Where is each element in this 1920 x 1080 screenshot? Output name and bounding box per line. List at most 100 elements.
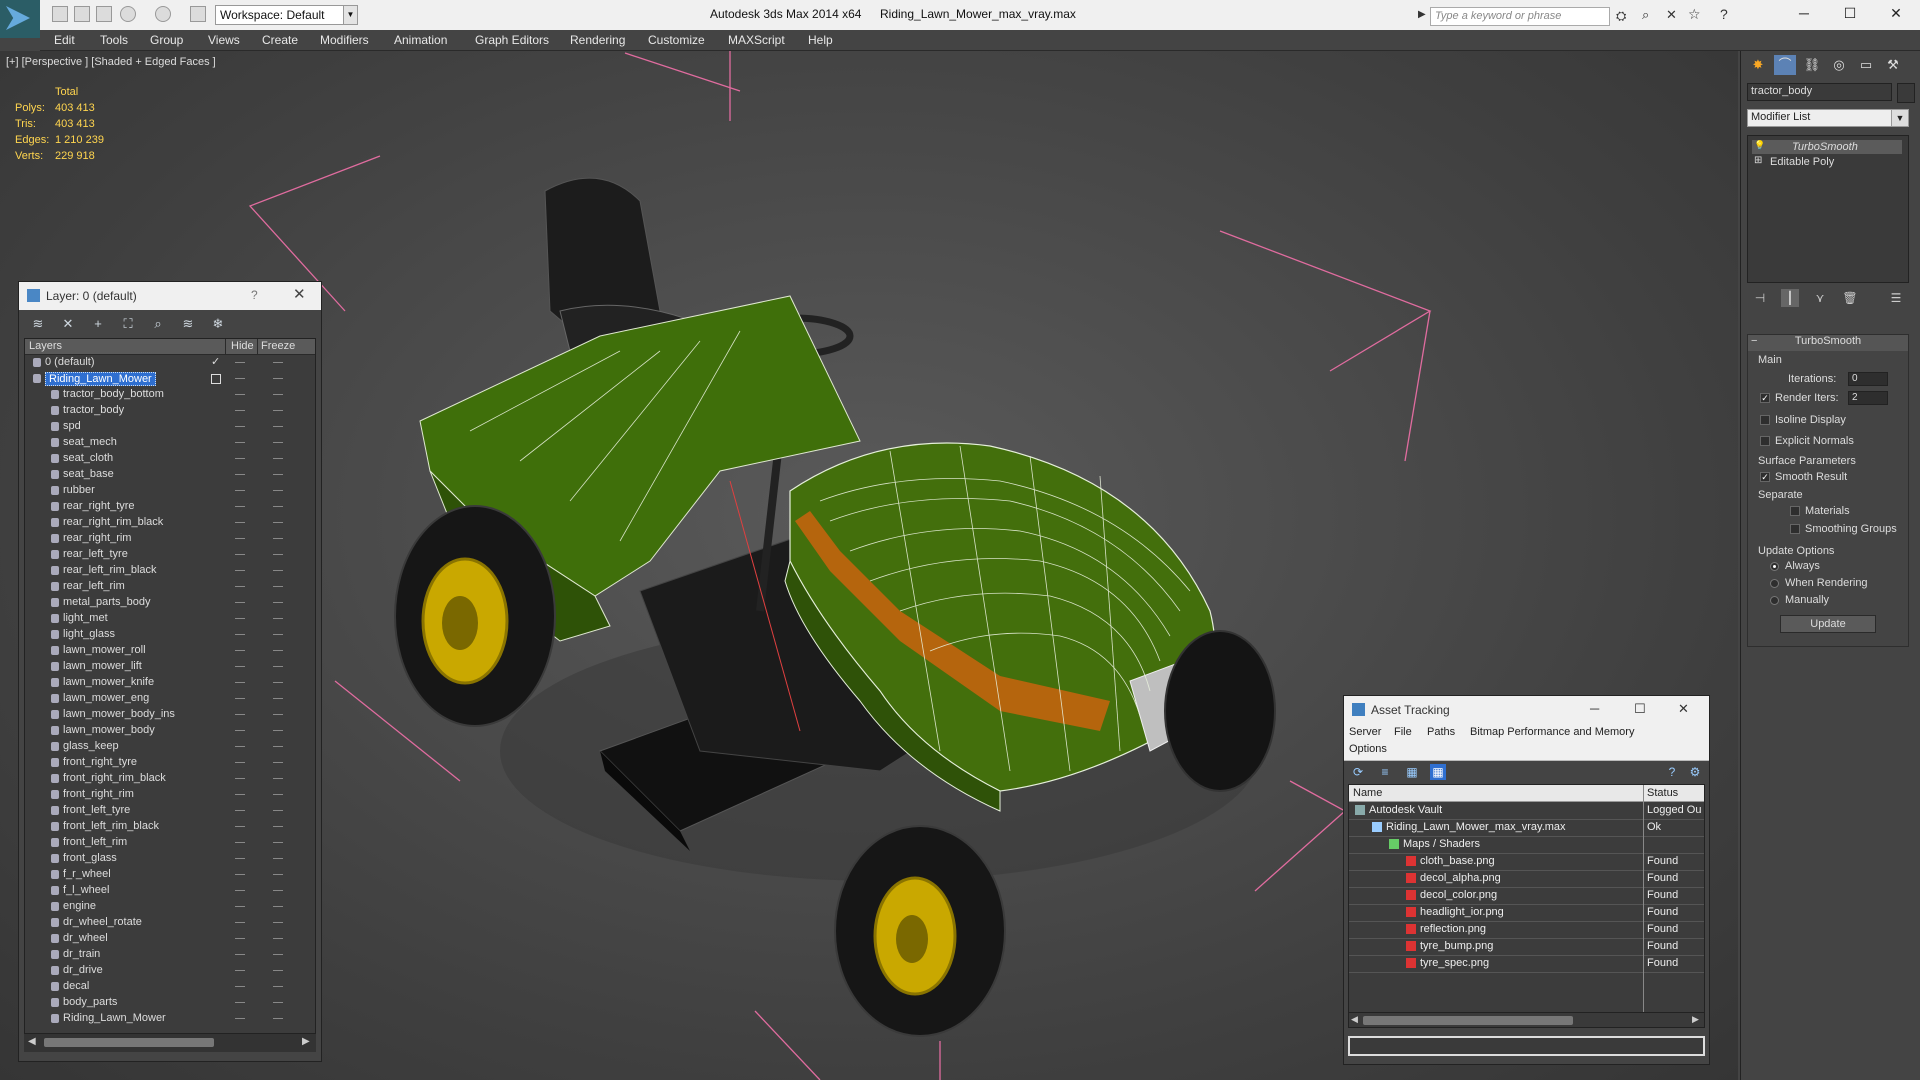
current-layer-check-icon[interactable]: ✓ bbox=[211, 355, 220, 368]
asset-row[interactable]: reflection.png Found bbox=[1349, 921, 1704, 939]
hide-toggle[interactable] bbox=[235, 874, 245, 875]
hide-toggle[interactable] bbox=[235, 538, 245, 539]
menu-tools[interactable]: Tools bbox=[100, 33, 128, 47]
freeze-toggle[interactable] bbox=[273, 426, 283, 427]
show-end-result-icon[interactable]: ┃ bbox=[1781, 289, 1799, 307]
freeze-toggle[interactable] bbox=[273, 442, 283, 443]
freeze-toggle[interactable] bbox=[273, 842, 283, 843]
chevron-down-icon[interactable]: ▼ bbox=[343, 5, 358, 25]
layer-row[interactable]: rear_right_rim bbox=[25, 531, 315, 547]
hide-toggle[interactable] bbox=[235, 378, 245, 379]
scroll-right-icon[interactable]: ▶ bbox=[302, 1036, 310, 1047]
search-input[interactable]: Type a keyword or phrase bbox=[1430, 7, 1610, 26]
menu-graph-editors[interactable]: Graph Editors bbox=[475, 33, 549, 47]
explicit-normals-checkbox[interactable] bbox=[1760, 436, 1770, 446]
freeze-toggle[interactable] bbox=[273, 730, 283, 731]
highlight-layer-icon[interactable]: ⌕ bbox=[149, 315, 167, 333]
layer-row[interactable]: rear_right_rim_black bbox=[25, 515, 315, 531]
hide-toggle[interactable] bbox=[235, 426, 245, 427]
freeze-toggle[interactable] bbox=[273, 682, 283, 683]
layer-row[interactable]: seat_mech bbox=[25, 435, 315, 451]
light-bulb-icon[interactable]: 💡 bbox=[1754, 140, 1765, 151]
freeze-toggle[interactable] bbox=[273, 762, 283, 763]
freeze-toggle[interactable] bbox=[273, 698, 283, 699]
smoothing-groups-checkbox[interactable] bbox=[1790, 524, 1800, 534]
binoculars-icon[interactable]: ⛭ bbox=[1616, 8, 1626, 24]
layer-row[interactable]: seat_cloth bbox=[25, 451, 315, 467]
hide-toggle[interactable] bbox=[235, 410, 245, 411]
iterations-spinner[interactable]: 0 bbox=[1848, 372, 1888, 386]
asset-list[interactable]: Name Status Autodesk Vault Logged Ou Ridin… bbox=[1348, 784, 1705, 1016]
asset-row[interactable]: decol_color.png Found bbox=[1349, 887, 1704, 905]
create-layer-icon[interactable]: ≋ bbox=[29, 315, 47, 333]
layer-row[interactable]: rear_left_rim_black bbox=[25, 563, 315, 579]
freeze-toggle[interactable] bbox=[273, 586, 283, 587]
freeze-toggle[interactable] bbox=[273, 602, 283, 603]
layer-row[interactable]: tractor_body bbox=[25, 403, 315, 419]
manually-radio[interactable] bbox=[1770, 596, 1779, 605]
freeze-toggle[interactable] bbox=[273, 490, 283, 491]
menu-customize[interactable]: Customize bbox=[648, 33, 705, 47]
refresh-icon[interactable]: ⟳ bbox=[1350, 764, 1366, 780]
layer-row[interactable]: engine bbox=[25, 899, 315, 915]
menu-group[interactable]: Group bbox=[150, 33, 183, 47]
smooth-result-checkbox[interactable]: ✓ bbox=[1760, 472, 1770, 482]
menu-file[interactable]: File bbox=[1394, 726, 1412, 738]
minimize-button[interactable]: ─ bbox=[1590, 701, 1599, 716]
layer-row[interactable]: f_l_wheel bbox=[25, 883, 315, 899]
freeze-toggle[interactable] bbox=[273, 410, 283, 411]
object-color-swatch[interactable] bbox=[1897, 83, 1915, 103]
redo-icon[interactable] bbox=[155, 6, 171, 22]
menu-rendering[interactable]: Rendering bbox=[570, 33, 625, 47]
hide-all-layers-icon[interactable]: ≋ bbox=[179, 315, 197, 333]
layer-row[interactable]: front_left_rim bbox=[25, 835, 315, 851]
asset-row[interactable]: cloth_base.png Found bbox=[1349, 853, 1704, 871]
freeze-toggle[interactable] bbox=[273, 538, 283, 539]
hide-toggle[interactable] bbox=[235, 474, 245, 475]
isoline-display-checkbox[interactable] bbox=[1760, 415, 1770, 425]
hide-toggle[interactable] bbox=[235, 810, 245, 811]
hierarchy-tab-icon[interactable]: ⛓ bbox=[1801, 55, 1823, 75]
stack-item-turbosmooth[interactable]: 💡 TurboSmooth bbox=[1752, 140, 1902, 154]
freeze-toggle[interactable] bbox=[273, 954, 283, 955]
when-rendering-radio[interactable] bbox=[1770, 579, 1779, 588]
workspace-dropdown[interactable]: Workspace: Default bbox=[215, 5, 350, 25]
chevron-down-icon[interactable]: ▼ bbox=[1891, 109, 1909, 127]
freeze-toggle[interactable] bbox=[273, 986, 283, 987]
asset-row[interactable]: headlight_ior.png Found bbox=[1349, 904, 1704, 922]
asset-horizontal-scrollbar[interactable]: ◀ ▶ bbox=[1348, 1012, 1705, 1028]
minimize-button[interactable]: ─ bbox=[1784, 2, 1824, 26]
favorites-star-icon[interactable]: ☆ bbox=[1688, 6, 1701, 23]
freeze-toggle[interactable] bbox=[273, 922, 283, 923]
select-in-layer-icon[interactable]: ⛶ bbox=[119, 315, 137, 333]
pin-stack-icon[interactable]: ⊣ bbox=[1751, 289, 1769, 307]
hide-toggle[interactable] bbox=[235, 1002, 245, 1003]
hide-toggle[interactable] bbox=[235, 1018, 245, 1019]
layer-row[interactable]: dr_wheel_rotate bbox=[25, 915, 315, 931]
asset-row[interactable]: Riding_Lawn_Mower_max_vray.max Ok bbox=[1349, 819, 1704, 837]
freeze-toggle[interactable] bbox=[273, 1018, 283, 1019]
motion-tab-icon[interactable]: ◎ bbox=[1828, 55, 1850, 75]
asset-row[interactable]: Autodesk Vault Logged Ou bbox=[1349, 802, 1704, 820]
set-current-layer-icon[interactable] bbox=[211, 374, 221, 384]
freeze-toggle[interactable] bbox=[273, 554, 283, 555]
menu-animation[interactable]: Animation bbox=[394, 33, 447, 47]
table-view-icon[interactable]: ▦ bbox=[1404, 764, 1420, 780]
configure-sets-icon[interactable]: ☰ bbox=[1887, 289, 1905, 307]
freeze-toggle[interactable] bbox=[273, 506, 283, 507]
hide-toggle[interactable] bbox=[235, 602, 245, 603]
render-iters-checkbox[interactable]: ✓ bbox=[1760, 393, 1770, 403]
hide-toggle[interactable] bbox=[235, 362, 245, 363]
menu-options[interactable]: Options bbox=[1349, 743, 1387, 755]
layer-row[interactable]: front_right_tyre bbox=[25, 755, 315, 771]
asset-row[interactable]: decol_alpha.png Found bbox=[1349, 870, 1704, 888]
hide-toggle[interactable] bbox=[235, 906, 245, 907]
freeze-toggle[interactable] bbox=[273, 890, 283, 891]
layer-row[interactable]: tractor_body_bottom bbox=[25, 387, 315, 403]
layer-horizontal-scrollbar[interactable]: ◀ ▶ bbox=[24, 1033, 316, 1052]
make-unique-icon[interactable]: ⋎ bbox=[1811, 289, 1829, 307]
utilities-tab-icon[interactable]: ⚒ bbox=[1882, 55, 1904, 75]
render-iters-spinner[interactable]: 2 bbox=[1848, 391, 1888, 405]
layer-row[interactable]: lawn_mower_roll bbox=[25, 643, 315, 659]
hide-toggle[interactable] bbox=[235, 922, 245, 923]
